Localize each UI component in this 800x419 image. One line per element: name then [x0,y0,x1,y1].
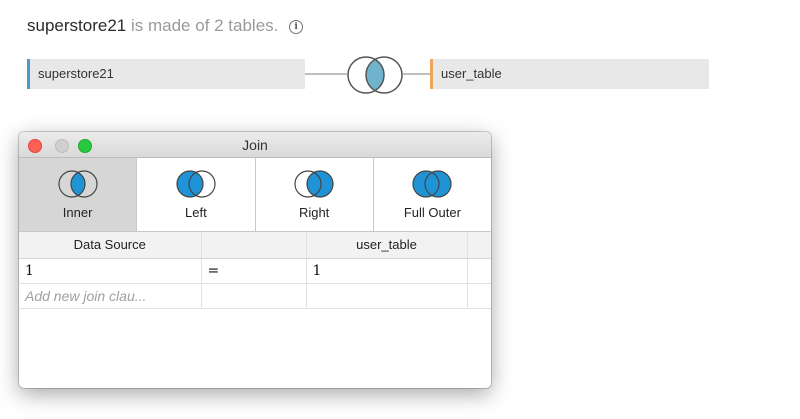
join-type-inner[interactable]: Inner [19,158,138,231]
left-table-pill[interactable]: superstore21 [27,59,305,89]
header-spacer [467,232,491,259]
join-dialog: Join Inner Left Right Full Outer Data So… [19,132,491,388]
datasource-summary: superstore21 is made of 2 tables. i [27,16,304,36]
inner-join-icon [58,170,98,198]
clause-right-field[interactable]: 1 [306,258,468,284]
left-join-icon [176,170,216,198]
clause-left-field[interactable]: 1 [19,258,202,284]
left-column-header: Data Source [19,232,202,259]
join-type-selector: Inner Left Right Full Outer [19,158,491,232]
clause-operator[interactable]: = [201,258,307,284]
join-clause-row[interactable]: 1 = 1 [19,258,491,284]
join-clause-header-row: Data Source user_table [19,232,491,259]
join-clause-table: Data Source user_table 1 = 1 Add new joi… [19,232,491,309]
datasource-name: superstore21 [27,16,127,35]
full-outer-join-icon [412,170,452,198]
info-icon[interactable]: i [289,20,304,34]
row-spacer [467,258,491,284]
join-type-label: Left [185,205,207,220]
join-type-label: Right [298,205,330,220]
datasource-description: is made of 2 tables. [130,16,279,35]
join-connector[interactable] [305,55,430,95]
right-join-icon [294,170,334,198]
operator-column-header [201,232,307,259]
add-join-clause[interactable]: Add new join clau... [19,283,202,309]
join-type-label: Inner [62,205,93,220]
join-type-right[interactable]: Right [256,158,374,231]
join-type-full-outer[interactable]: Full Outer [374,158,491,231]
right-column-header: user_table [306,232,468,259]
right-table-name: user_table [441,66,502,81]
join-type-left[interactable]: Left [137,158,256,231]
left-table-name: superstore21 [38,66,114,81]
dialog-title: Join [242,137,268,153]
join-type-label: Full Outer [403,205,461,220]
row-spacer [467,283,491,309]
empty-cell [201,283,307,309]
empty-cell [306,283,468,309]
right-table-pill[interactable]: user_table [430,59,709,89]
add-clause-row[interactable]: Add new join clau... [19,283,491,309]
dialog-titlebar[interactable]: Join [19,132,491,158]
